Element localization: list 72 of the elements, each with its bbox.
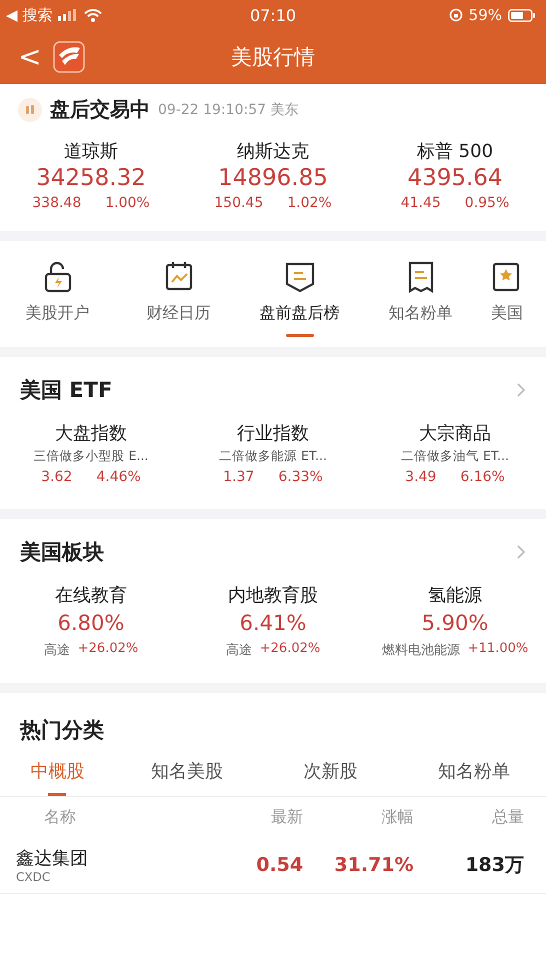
shortcut-item[interactable]: 财经日历	[118, 261, 239, 337]
sector-percent: 5.90%	[422, 611, 488, 635]
chevron-right-icon[interactable]	[516, 382, 526, 398]
sector-name: 氢能源	[428, 584, 482, 607]
index-change: 150.45	[214, 195, 264, 211]
index-name: 纳斯达克	[237, 140, 309, 163]
back-button[interactable]: <	[14, 43, 46, 71]
etf-fund-name: 二倍做多油气 ET...	[401, 448, 509, 465]
leading-stock: 燃料电池能源	[382, 642, 460, 659]
index-percent: 1.02%	[287, 195, 332, 211]
leading-stock-percent: +26.02%	[260, 641, 320, 658]
index-percent: 0.95%	[464, 195, 510, 211]
page-title: 美股行情	[231, 44, 315, 71]
sector-name: 在线教育	[55, 584, 127, 607]
etf-category: 大盘指数	[55, 422, 127, 445]
shortcut-icon	[284, 261, 314, 293]
chevron-right-icon[interactable]	[516, 544, 526, 560]
etf-category: 行业指数	[237, 422, 309, 445]
stock-percent: 31.71%	[333, 854, 414, 876]
shortcut-item[interactable]: 盘前盘后榜	[239, 261, 360, 337]
etf-percent: 4.46%	[96, 469, 141, 485]
category-tab[interactable]: 次新股	[258, 755, 402, 796]
app-logo-icon	[53, 41, 86, 73]
leading-stock: 高途	[226, 642, 252, 659]
index-percent: 1.00%	[105, 195, 150, 211]
etf-fund-name: 三倍做多小型股 E...	[34, 448, 148, 465]
shortcut-item[interactable]: 美股开户	[0, 261, 118, 337]
stock-name: 鑫达集团	[16, 847, 89, 870]
clock: 07:10	[248, 6, 298, 24]
index-name: 标普 500	[416, 140, 494, 163]
section-title: 美国板块	[20, 539, 104, 566]
index-price: 4395.64	[407, 165, 503, 191]
index-change: 41.45	[400, 195, 441, 211]
signal-icon	[58, 9, 78, 21]
sector-percent: 6.80%	[58, 611, 124, 635]
candlestick-icon	[18, 98, 42, 122]
stock-code: CXDC	[16, 870, 52, 884]
shortcut-icon	[164, 261, 194, 293]
category-tab[interactable]: 中概股	[0, 755, 115, 796]
index-name: 道琼斯	[64, 140, 118, 163]
market-status: 盘后交易中	[50, 96, 150, 123]
sector-name: 内地教育股	[228, 584, 318, 607]
etf-price: 3.49	[405, 469, 436, 485]
section-title: 美国 ETF	[20, 377, 112, 404]
back-to-app-link[interactable]: ◀ 搜索	[6, 6, 52, 24]
section-title: 热门分类	[20, 717, 104, 744]
index-price: 34258.32	[36, 165, 146, 191]
market-time: 09-22 19:10:57 美东	[158, 100, 298, 118]
sector-percent: 6.41%	[240, 611, 306, 635]
shortcut-icon	[491, 261, 521, 293]
shortcut-item[interactable]: 美国	[481, 261, 546, 337]
battery-level: 59%	[468, 6, 502, 24]
index-price: 14896.85	[218, 165, 328, 191]
etf-percent: 6.16%	[460, 469, 505, 485]
shortcut-item[interactable]: 知名粉单	[360, 261, 481, 337]
etf-fund-name: 二倍做多能源 ET...	[219, 448, 327, 465]
stock-volume: 183万	[464, 853, 524, 878]
etf-percent: 6.33%	[278, 469, 323, 485]
shortcut-icon	[42, 261, 72, 293]
battery-icon	[508, 8, 536, 22]
wifi-icon	[84, 8, 102, 22]
leading-stock-percent: +26.02%	[78, 641, 138, 658]
etf-price: 3.62	[41, 469, 72, 485]
category-tab[interactable]: 知名美股	[114, 755, 259, 796]
index-change: 338.48	[32, 195, 82, 211]
category-tab[interactable]: 知名粉单	[402, 755, 546, 796]
rotation-lock-icon	[448, 8, 463, 22]
leading-stock-percent: +11.00%	[468, 641, 528, 658]
stock-price: 0.54	[255, 854, 304, 876]
leading-stock: 高途	[44, 642, 70, 659]
etf-category: 大宗商品	[419, 422, 491, 445]
etf-price: 1.37	[223, 469, 254, 485]
